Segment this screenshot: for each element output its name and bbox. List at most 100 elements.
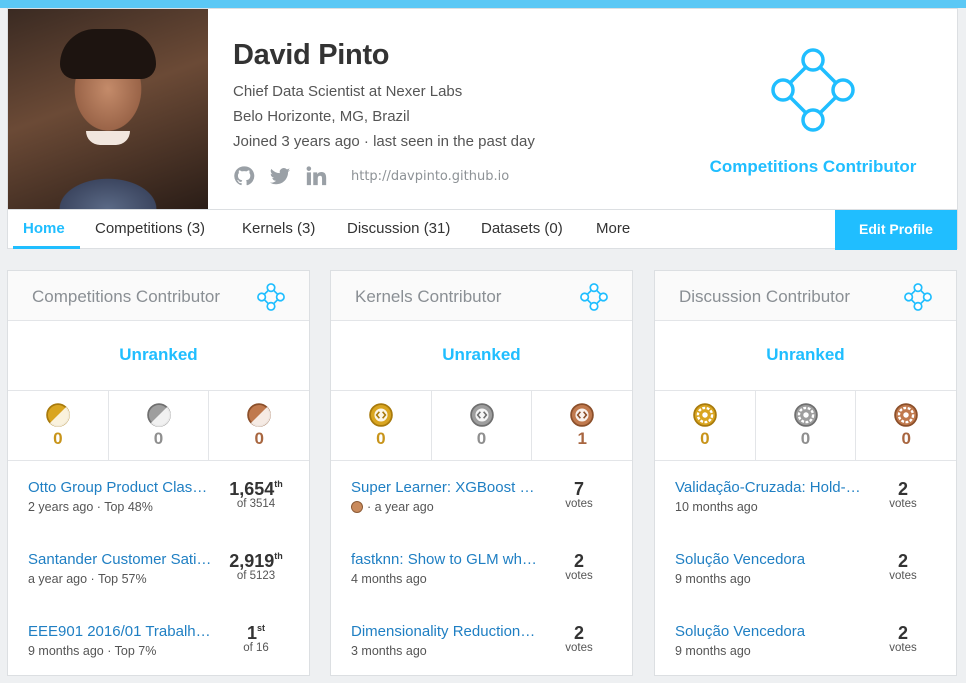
website-link[interactable]: http://davpinto.github.io [351, 169, 509, 184]
medal-counts: 0 0 1 [331, 391, 632, 461]
item-subtitle-text: 2 years ago · Top 48% [28, 500, 153, 514]
item-subtitle: 9 months ago [675, 644, 751, 658]
silver-medal-half-icon [109, 403, 209, 427]
silver-medal: 0 [756, 391, 857, 460]
silver-medal: 0 [432, 391, 533, 460]
item-stat-value: 2,919th [221, 551, 291, 572]
item-stat-label: votes [565, 642, 593, 654]
item-subtitle: 2 years ago · Top 48% [28, 500, 153, 514]
item-stat-label: votes [889, 642, 917, 654]
item-stat-suffix: st [257, 623, 266, 633]
bronze-medal: 0 [209, 391, 309, 460]
item-subtitle-text: a year ago · Top 57% [28, 572, 147, 586]
item-subtitle: 10 months ago [675, 500, 758, 514]
item-title-link[interactable]: fastknn: Show to GLM what KNN see [351, 551, 537, 568]
tab-competitions[interactable]: Competitions (3) [95, 220, 205, 237]
medal-counts: 0 0 0 [655, 391, 956, 461]
panel-header: Kernels Contributor [331, 271, 632, 321]
item-subtitle: 4 months ago [351, 572, 427, 586]
item-title-link[interactable]: Solução Vencedora [675, 551, 861, 568]
profile-title: Chief Data Scientist at Nexer Labs [233, 83, 463, 100]
kernels-panel: Kernels Contributor Unranked 0 0 1 Super Lear… [330, 270, 633, 676]
bronze-medal-half-icon [209, 403, 309, 427]
twitter-icon[interactable] [269, 165, 291, 187]
rank-status: Unranked [655, 321, 956, 391]
gold-medal-count: 0 [53, 429, 63, 448]
item-subtitle-text: 10 months ago [675, 500, 758, 514]
item-stat: 1,654th of 3514 [221, 479, 291, 510]
tab-kernels[interactable]: Kernels (3) [242, 220, 315, 237]
item-subtitle-text: 4 months ago [351, 572, 427, 586]
item-stat: 2 votes [868, 551, 938, 582]
item-stat-value: 2 [544, 551, 614, 572]
item-stat-number: 2 [573, 623, 584, 643]
contributor-tier-icon [580, 283, 608, 311]
item-subtitle: a year ago · Top 57% [28, 572, 147, 586]
list-item: Otto Group Product Classification Challe… [28, 479, 291, 529]
gold-medal: 0 [331, 391, 432, 460]
tab-datasets[interactable]: Datasets (0) [481, 220, 563, 237]
tab-more[interactable]: More [596, 220, 630, 237]
list-item: fastknn: Show to GLM what KNN see 4 month… [351, 551, 614, 601]
item-stat-number: 2 [897, 479, 908, 499]
silver-code-medal-icon [432, 403, 532, 427]
panel-title: Kernels Contributor [355, 287, 502, 306]
item-subtitle-text: 3 months ago [351, 644, 427, 658]
tab-discussion[interactable]: Discussion (31) [347, 220, 450, 237]
list-item: EEE901 2016/01 Trabalho Final 9 months ag… [28, 623, 291, 673]
item-stat-value: 2 [868, 551, 938, 572]
item-stat-number: 2 [573, 551, 584, 571]
silver-medal-count: 0 [153, 429, 164, 448]
item-stat-value: 2 [544, 623, 614, 644]
rank-status: Unranked [8, 321, 309, 391]
bronze-medal-count: 1 [577, 429, 587, 448]
tab-home[interactable]: Home [23, 220, 65, 237]
item-stat-suffix: th [274, 479, 283, 489]
item-stat-number: 2,919 [229, 551, 275, 571]
active-tab-indicator [13, 246, 80, 249]
item-title-link[interactable]: Solução Vencedora [675, 623, 861, 640]
bronze-medal-count: 0 [901, 429, 911, 448]
silver-medal-count: 0 [476, 429, 487, 448]
item-subtitle-text: 9 months ago [675, 572, 751, 586]
item-stat: 2 votes [868, 479, 938, 510]
bronze-gear-medal-icon [856, 403, 956, 427]
item-title-link[interactable]: EEE901 2016/01 Trabalho Final [28, 623, 214, 640]
rank-status: Unranked [331, 321, 632, 391]
item-title-link[interactable]: Dimensionality Reduction with PCA [351, 623, 537, 640]
profile-info: David Pinto Chief Data Scientist at Nexe… [233, 39, 535, 151]
profile-card: David Pinto Chief Data Scientist at Nexe… [7, 8, 958, 250]
top-stripe [0, 0, 966, 8]
item-title-link[interactable]: Otto Group Product Classification Challe… [28, 479, 214, 496]
item-subtitle: 9 months ago [675, 572, 751, 586]
item-stat-number: 7 [573, 479, 584, 499]
item-subtitle: 9 months ago · Top 7% [28, 644, 156, 658]
item-subtitle-text: 9 months ago · Top 7% [28, 644, 157, 658]
tier-label: Competitions Contributor [709, 157, 917, 176]
contributor-tier-icon [257, 283, 285, 311]
github-icon[interactable] [233, 165, 255, 187]
list-item: Validação-Cruzada: Hold-Out 10 months ago… [675, 479, 938, 529]
item-subtitle: 3 months ago [351, 644, 427, 658]
item-subtitle-text: 9 months ago [675, 644, 751, 658]
profile-joined: Joined 3 years ago · last seen in the pa… [233, 133, 535, 150]
bronze-medal-icon [351, 501, 363, 513]
edit-profile-button[interactable]: Edit Profile [835, 210, 957, 250]
item-title-link[interactable]: Santander Customer Satisfaction [28, 551, 214, 568]
item-stat-value: 1,654th [221, 479, 291, 500]
item-stat: 2 votes [544, 623, 614, 654]
item-title-link[interactable]: Super Learner: XGBoost + GLM [351, 479, 537, 496]
contributor-tier-icon [904, 283, 932, 311]
item-title-link[interactable]: Validação-Cruzada: Hold-Out [675, 479, 861, 496]
panel-title: Competitions Contributor [32, 287, 221, 306]
linkedin-icon[interactable] [305, 165, 327, 187]
gold-medal-half-icon [8, 403, 108, 427]
bronze-code-medal-icon [532, 403, 632, 427]
item-stat-label: of 16 [243, 642, 269, 654]
item-stat: 2 votes [544, 551, 614, 582]
panel-header: Competitions Contributor [8, 271, 309, 321]
list-item: Solução Vencedora 9 months ago 2 votes [675, 623, 938, 673]
gold-code-medal-icon [331, 403, 431, 427]
discussion-panel: Discussion Contributor Unranked 0 0 0 Validaç… [654, 270, 957, 676]
avatar [8, 9, 208, 209]
